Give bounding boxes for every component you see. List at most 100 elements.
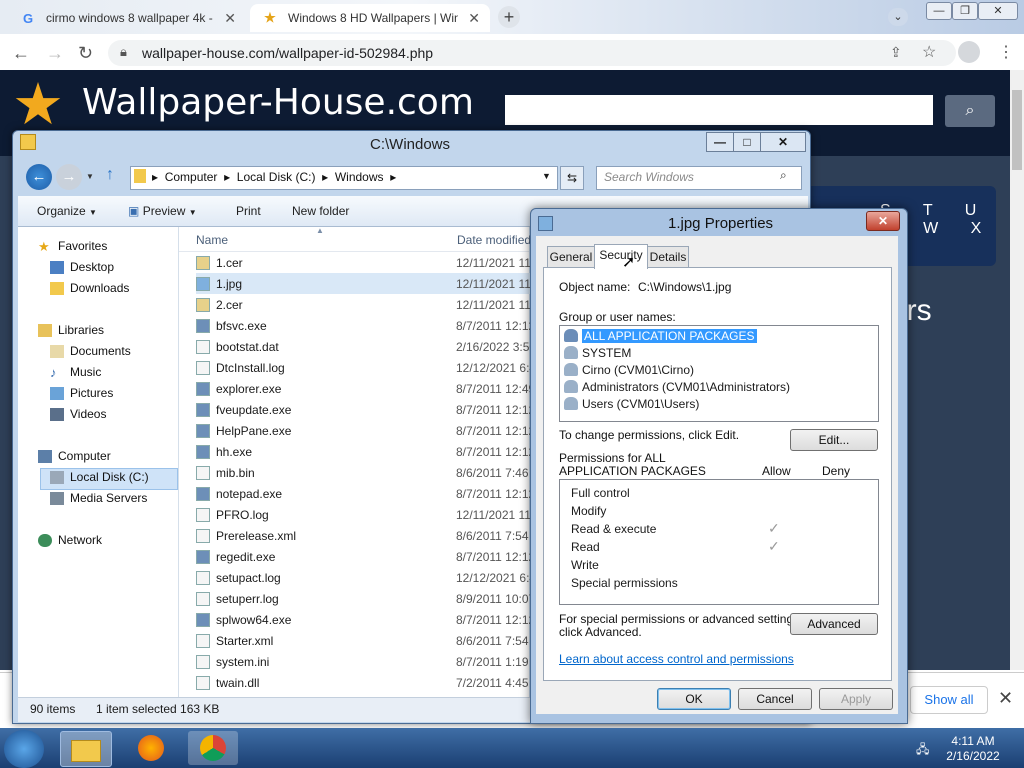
group-item[interactable]: ALL APPLICATION PACKAGES	[564, 327, 876, 344]
tab-details[interactable]: Details	[647, 246, 689, 267]
file-row[interactable]: fveupdate.exe 8/7/2011 12:12	[196, 399, 536, 420]
tab-security[interactable]: Security	[594, 244, 648, 269]
edit-button[interactable]: Edit...	[790, 429, 878, 451]
column-name[interactable]: Name	[196, 233, 228, 247]
recent-pages-chevron-icon[interactable]: ▼	[86, 172, 94, 181]
file-row[interactable]: mib.bin 8/6/2011 7:46	[196, 462, 536, 483]
file-row[interactable]: 2.cer 12/11/2021 11	[196, 294, 536, 315]
maximize-button[interactable]: ❐	[952, 2, 978, 20]
group-item[interactable]: SYSTEM	[564, 344, 876, 361]
organize-button[interactable]: Organize ▼	[37, 204, 97, 218]
minimize-button[interactable]: —	[706, 132, 734, 152]
group-item[interactable]: Administrators (CVM01\Administrators)	[564, 378, 876, 395]
close-window-button[interactable]: ✕	[978, 2, 1018, 20]
close-icon[interactable]: ✕	[224, 10, 236, 27]
nav-libraries[interactable]: Libraries	[38, 323, 104, 337]
file-date: 8/6/2011 7:46	[456, 465, 529, 480]
back-arrow-icon[interactable]: ←	[26, 164, 52, 190]
site-title[interactable]: Wallpaper-House.com	[82, 82, 474, 123]
tab-google-search[interactable]: G cirmo windows 8 wallpaper 4k - ✕	[8, 4, 246, 32]
file-row[interactable]: HelpPane.exe 8/7/2011 12:12	[196, 420, 536, 441]
column-date-modified[interactable]: Date modified	[457, 233, 531, 247]
scrollbar-thumb[interactable]	[1012, 90, 1022, 170]
file-row[interactable]: twain.dll 7/2/2011 4:45	[196, 672, 536, 693]
network-tray-icon[interactable]: 🖧︎	[916, 740, 929, 761]
reload-icon[interactable]: ↻	[78, 43, 93, 64]
breadcrumb-local-disk[interactable]: Local Disk (C:)	[237, 170, 316, 184]
nav-computer[interactable]: Computer	[38, 449, 111, 463]
forward-arrow-icon[interactable]: →	[46, 43, 64, 64]
maximize-button[interactable]: □	[733, 132, 761, 152]
group-item[interactable]: Users (CVM01\Users)	[564, 395, 876, 412]
file-row[interactable]: 1.cer 12/11/2021 11	[196, 252, 536, 273]
start-button[interactable]	[4, 730, 44, 768]
new-folder-button[interactable]: New folder	[292, 204, 349, 218]
close-icon[interactable]: ✕	[998, 688, 1013, 709]
nav-media-servers[interactable]: Media Servers	[50, 491, 147, 505]
chevron-down-icon[interactable]: ⌄	[888, 8, 908, 26]
lock-icon[interactable]: 🔒︎	[120, 44, 127, 60]
cancel-button[interactable]: Cancel	[738, 688, 812, 710]
file-row[interactable]: setupact.log 12/12/2021 6:4	[196, 567, 536, 588]
file-row[interactable]: setuperr.log 8/9/2011 10:07	[196, 588, 536, 609]
file-row[interactable]: hh.exe 8/7/2011 12:12	[196, 441, 536, 462]
search-icon[interactable]: ⌕	[780, 168, 787, 183]
nav-desktop[interactable]: Desktop	[50, 260, 114, 274]
file-row[interactable]: DtcInstall.log 12/12/2021 6:4	[196, 357, 536, 378]
close-window-button[interactable]: ✕	[760, 132, 806, 152]
chevron-down-icon[interactable]: ▼	[542, 171, 551, 181]
bookmark-star-icon[interactable]: ☆	[922, 42, 936, 62]
nav-network[interactable]: Network	[38, 533, 102, 547]
new-tab-button[interactable]: +	[498, 6, 520, 28]
preview-button[interactable]: ▣ Preview ▼	[128, 204, 197, 218]
file-row[interactable]: Starter.xml 8/6/2011 7:54	[196, 630, 536, 651]
file-row[interactable]: regedit.exe 8/7/2011 12:12	[196, 546, 536, 567]
file-row[interactable]: Prerelease.xml 8/6/2011 7:54	[196, 525, 536, 546]
chrome-taskbar-button[interactable]	[188, 731, 238, 765]
file-row[interactable]: system.ini 8/7/2011 1:19	[196, 651, 536, 672]
file-row[interactable]: explorer.exe 8/7/2011 12:49	[196, 378, 536, 399]
up-arrow-icon[interactable]: ↑	[106, 166, 114, 184]
close-dialog-button[interactable]: ✕	[866, 211, 900, 231]
tab-general[interactable]: General	[547, 246, 595, 267]
advanced-button[interactable]: Advanced	[790, 613, 878, 635]
file-row[interactable]: notepad.exe 8/7/2011 12:12	[196, 483, 536, 504]
group-name: Cirno (CVM01\Cirno)	[582, 362, 695, 377]
file-row[interactable]: PFRO.log 12/11/2021 11	[196, 504, 536, 525]
group-item[interactable]: Cirno (CVM01\Cirno)	[564, 361, 876, 378]
nav-videos[interactable]: Videos	[50, 407, 106, 421]
minimize-button[interactable]: —	[926, 2, 952, 20]
nav-downloads[interactable]: Downloads	[50, 281, 129, 295]
nav-documents[interactable]: Documents	[50, 344, 131, 358]
breadcrumb-windows[interactable]: Windows	[335, 170, 384, 184]
apply-button[interactable]: Apply	[819, 688, 893, 710]
nav-favorites[interactable]: ★ Favorites	[38, 239, 107, 253]
file-row[interactable]: bootstat.dat 2/16/2022 3:50	[196, 336, 536, 357]
taskbar-clock[interactable]: 4:11 AM 2/16/2022	[940, 734, 1006, 764]
share-icon[interactable]: ⇪	[890, 44, 902, 61]
explorer-taskbar-button[interactable]	[60, 731, 112, 767]
breadcrumb[interactable]: ▸ Computer ▸ Local Disk (C:) ▸ Windows ▸	[152, 170, 396, 184]
firefox-taskbar-button[interactable]	[126, 731, 176, 765]
nav-pictures[interactable]: Pictures	[50, 386, 113, 400]
refresh-icon[interactable]: ⇆	[560, 166, 584, 190]
file-row[interactable]: bfsvc.exe 8/7/2011 12:12	[196, 315, 536, 336]
site-search-input[interactable]	[505, 95, 933, 125]
breadcrumb-computer[interactable]: Computer	[165, 170, 218, 184]
tab-wallpaper-house[interactable]: ★ Windows 8 HD Wallpapers | Win ✕	[250, 4, 490, 32]
nav-local-disk[interactable]: Local Disk (C:)	[50, 470, 149, 484]
file-row[interactable]: splwow64.exe 8/7/2011 12:12	[196, 609, 536, 630]
url-text[interactable]: wallpaper-house.com/wallpaper-id-502984.…	[142, 45, 433, 61]
site-search-button[interactable]: ⌕	[945, 95, 995, 127]
profile-avatar[interactable]	[958, 41, 980, 63]
ok-button[interactable]: OK	[657, 688, 731, 710]
nav-music[interactable]: ♪ Music	[50, 365, 101, 379]
file-row[interactable]: 1.jpg 12/11/2021 11	[196, 273, 536, 294]
close-icon[interactable]: ✕	[468, 10, 480, 27]
back-arrow-icon[interactable]: ←	[12, 43, 30, 64]
show-all-downloads-button[interactable]: Show all	[910, 686, 988, 714]
menu-dots-icon[interactable]: ⋮	[998, 42, 1014, 62]
forward-arrow-icon[interactable]: →	[56, 164, 82, 190]
print-button[interactable]: Print	[236, 204, 261, 218]
learn-more-link[interactable]: Learn about access control and permissio…	[559, 652, 794, 666]
